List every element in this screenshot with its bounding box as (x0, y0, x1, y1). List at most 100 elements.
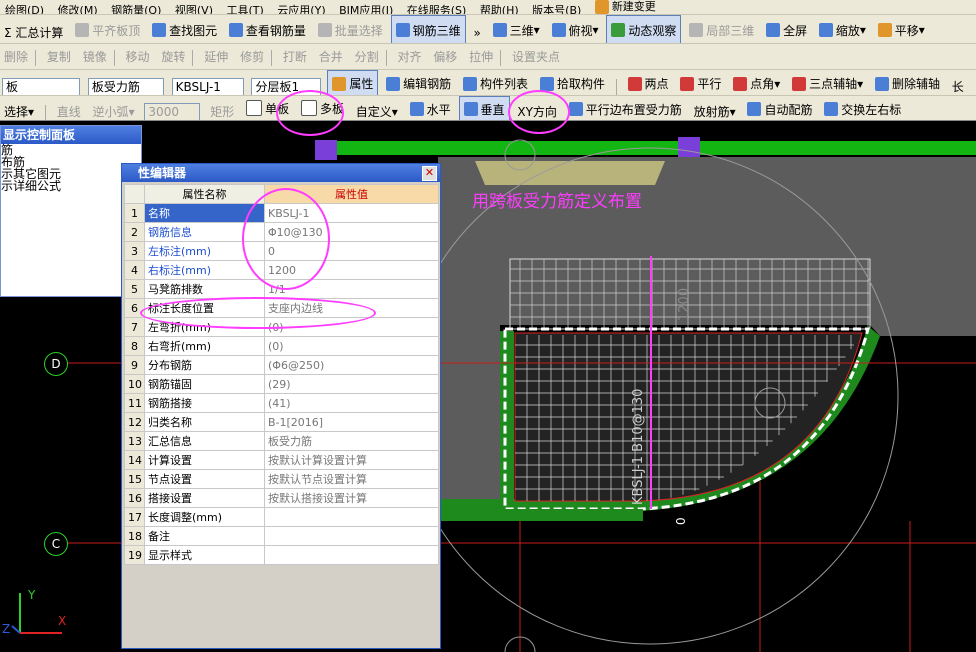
view-rebar-qty-label: 查看钢筋量 (245, 23, 306, 38)
overflow-chevron-icon[interactable]: » (469, 19, 484, 43)
delete-button[interactable]: 删除 (0, 44, 32, 69)
property-value[interactable] (264, 526, 439, 546)
property-row[interactable]: 14 计算设置 按默认计算设置计算 (124, 450, 439, 470)
property-row-num: 7 (124, 317, 145, 337)
dynamic-view-button[interactable]: 动态观察 (606, 15, 682, 43)
property-row-num: 12 (124, 412, 145, 432)
pencil-icon (386, 76, 401, 91)
category-select[interactable]: 板 (2, 77, 80, 95)
radial-button[interactable]: 放射筋 ▾ (690, 100, 740, 121)
property-button[interactable]: 属性 (327, 70, 379, 95)
z-axis-line (11, 625, 21, 634)
view-rebar-qty-button[interactable]: 查看钢筋量 (225, 16, 310, 43)
property-value[interactable]: 板受力筋 (264, 431, 439, 451)
break-button[interactable]: 打断 (279, 44, 311, 69)
select-button[interactable]: 选择 ▾ (0, 100, 38, 121)
type-select[interactable]: 板受力筋 (87, 77, 164, 95)
property-value[interactable]: (41) (264, 393, 439, 413)
highlight-ring-label-position (140, 297, 376, 329)
property-row[interactable]: 11 钢筋搭接 (41) (124, 393, 439, 413)
long-button[interactable]: 长 (948, 74, 968, 96)
align-top-button[interactable]: 平齐板顶 (71, 16, 144, 43)
two-points-button[interactable]: 两点 (624, 71, 673, 95)
property-row[interactable]: 13 汇总信息 板受力筋 (124, 431, 439, 451)
menu-help[interactable]: 帮助(H) (475, 4, 524, 14)
fullscreen-button[interactable]: 全屏 (762, 16, 811, 43)
sum-calc-button[interactable]: Σ 汇总计算 (0, 19, 67, 44)
rect-button[interactable]: 矩形 (206, 100, 238, 121)
property-value[interactable] (264, 545, 439, 565)
parallel-edge-button[interactable]: 平行边布置受力筋 (565, 97, 686, 120)
stretch-button[interactable]: 拉伸 (465, 44, 497, 69)
element-list-button[interactable]: 构件列表 (459, 71, 532, 95)
menu-cloud[interactable]: 云应用(Y) (272, 4, 330, 14)
mirror-button[interactable]: 镜像 (79, 44, 111, 69)
property-row[interactable]: 16 搭接设置 按默认搭接设置计算 (124, 488, 439, 508)
property-row[interactable]: 12 归类名称 B-1[2016] (124, 412, 439, 432)
menu-rebar-qty[interactable]: 钢筋量(Q) (106, 4, 166, 14)
vertical-button[interactable]: 垂直 (458, 96, 510, 120)
parallel-label: 平行 (697, 77, 722, 91)
local-3d-button[interactable]: 局部三维 (685, 16, 758, 43)
align-button[interactable]: 对齐 (393, 44, 425, 69)
binoculars-icon (152, 23, 167, 37)
merge-button[interactable]: 合并 (315, 44, 347, 69)
menu-new-change[interactable]: 新建变更 (590, 0, 661, 14)
property-row[interactable]: 17 长度调整(mm) (124, 507, 439, 527)
top-view-button[interactable]: 俯视 ▾ (548, 16, 603, 43)
property-value[interactable]: 按默认计算设置计算 (264, 450, 439, 470)
display-item[interactable]: 示详细公式 (1, 180, 141, 192)
menu-draw[interactable]: 绘图(D) (0, 4, 49, 14)
rebar-3d-button[interactable]: 钢筋三维 (390, 15, 466, 43)
trim-button[interactable]: 修剪 (236, 44, 268, 69)
property-value[interactable]: B-1[2016] (264, 412, 439, 432)
swap-marks-button[interactable]: 交换左右标 (820, 97, 905, 120)
three-d-button[interactable]: 三维 ▾ (489, 16, 544, 43)
rotate-button[interactable]: 旋转 (157, 44, 189, 69)
set-grip-button[interactable]: 设置夹点 (508, 44, 564, 69)
top-view-icon (551, 23, 566, 37)
property-row[interactable]: 15 节点设置 按默认节点设置计算 (124, 469, 439, 489)
property-value[interactable]: 按默认节点设置计算 (264, 469, 439, 489)
point-angle-button[interactable]: 点角 ▾ (729, 71, 784, 95)
copy-button[interactable]: 复制 (43, 44, 75, 69)
batch-select-button[interactable]: 批量选择 (314, 16, 387, 43)
menu-version[interactable]: 版本号(B) (527, 4, 586, 14)
menu-bim[interactable]: BIM应用(I) (334, 4, 398, 14)
menu-online[interactable]: 在线服务(S) (402, 4, 472, 14)
property-value[interactable]: (29) (264, 374, 439, 394)
arc-button[interactable]: 逆小弧 ▾ (89, 100, 139, 121)
zoom-button[interactable]: 缩放 ▾ (815, 16, 870, 43)
pan-button[interactable]: 平移 ▾ (874, 16, 929, 43)
line-button[interactable]: 直线 (53, 100, 85, 121)
property-row[interactable]: 9 分布钢筋 (Φ6@250) (124, 355, 439, 375)
property-value[interactable] (264, 507, 439, 527)
menu-modify[interactable]: 修改(M) (53, 4, 103, 14)
property-row[interactable]: 18 备注 (124, 526, 439, 546)
menu-view[interactable]: 视图(V) (170, 4, 218, 14)
property-row[interactable]: 10 钢筋锚固 (29) (124, 374, 439, 394)
axis-bubble-c[interactable]: C (44, 532, 68, 556)
delete-axis-button[interactable]: 删除辅轴 (871, 71, 944, 95)
axis-bubble-d[interactable]: D (44, 352, 68, 376)
property-value[interactable]: (Φ6@250) (264, 355, 439, 375)
parallel-button[interactable]: 平行 (676, 71, 725, 95)
find-element-button[interactable]: 查找图元 (148, 16, 221, 43)
property-row[interactable]: 19 显示样式 (124, 545, 439, 565)
property-value[interactable]: (0) (264, 336, 439, 356)
move-button[interactable]: 移动 (122, 44, 154, 69)
split-button[interactable]: 分割 (351, 44, 383, 69)
offset-button[interactable]: 偏移 (429, 44, 461, 69)
radius-input[interactable]: 3000 (144, 103, 201, 120)
three-point-axis-button[interactable]: 三点辅轴 ▾ (788, 71, 867, 95)
custom-button[interactable]: 自定义 ▾ (352, 100, 402, 121)
menu-tools[interactable]: 工具(T) (222, 4, 269, 14)
horizontal-button[interactable]: 水平 (406, 97, 455, 120)
extend-button[interactable]: 延伸 (200, 44, 232, 69)
element-select[interactable]: KBSLJ-1 (171, 77, 244, 95)
property-value[interactable]: 按默认搭接设置计算 (264, 488, 439, 508)
edit-rebar-button[interactable]: 编辑钢筋 (382, 71, 455, 95)
property-row[interactable]: 8 右弯折(mm) (0) (124, 336, 439, 356)
auto-rebar-button[interactable]: 自动配筋 (743, 97, 816, 120)
close-icon[interactable]: ✕ (422, 166, 437, 181)
